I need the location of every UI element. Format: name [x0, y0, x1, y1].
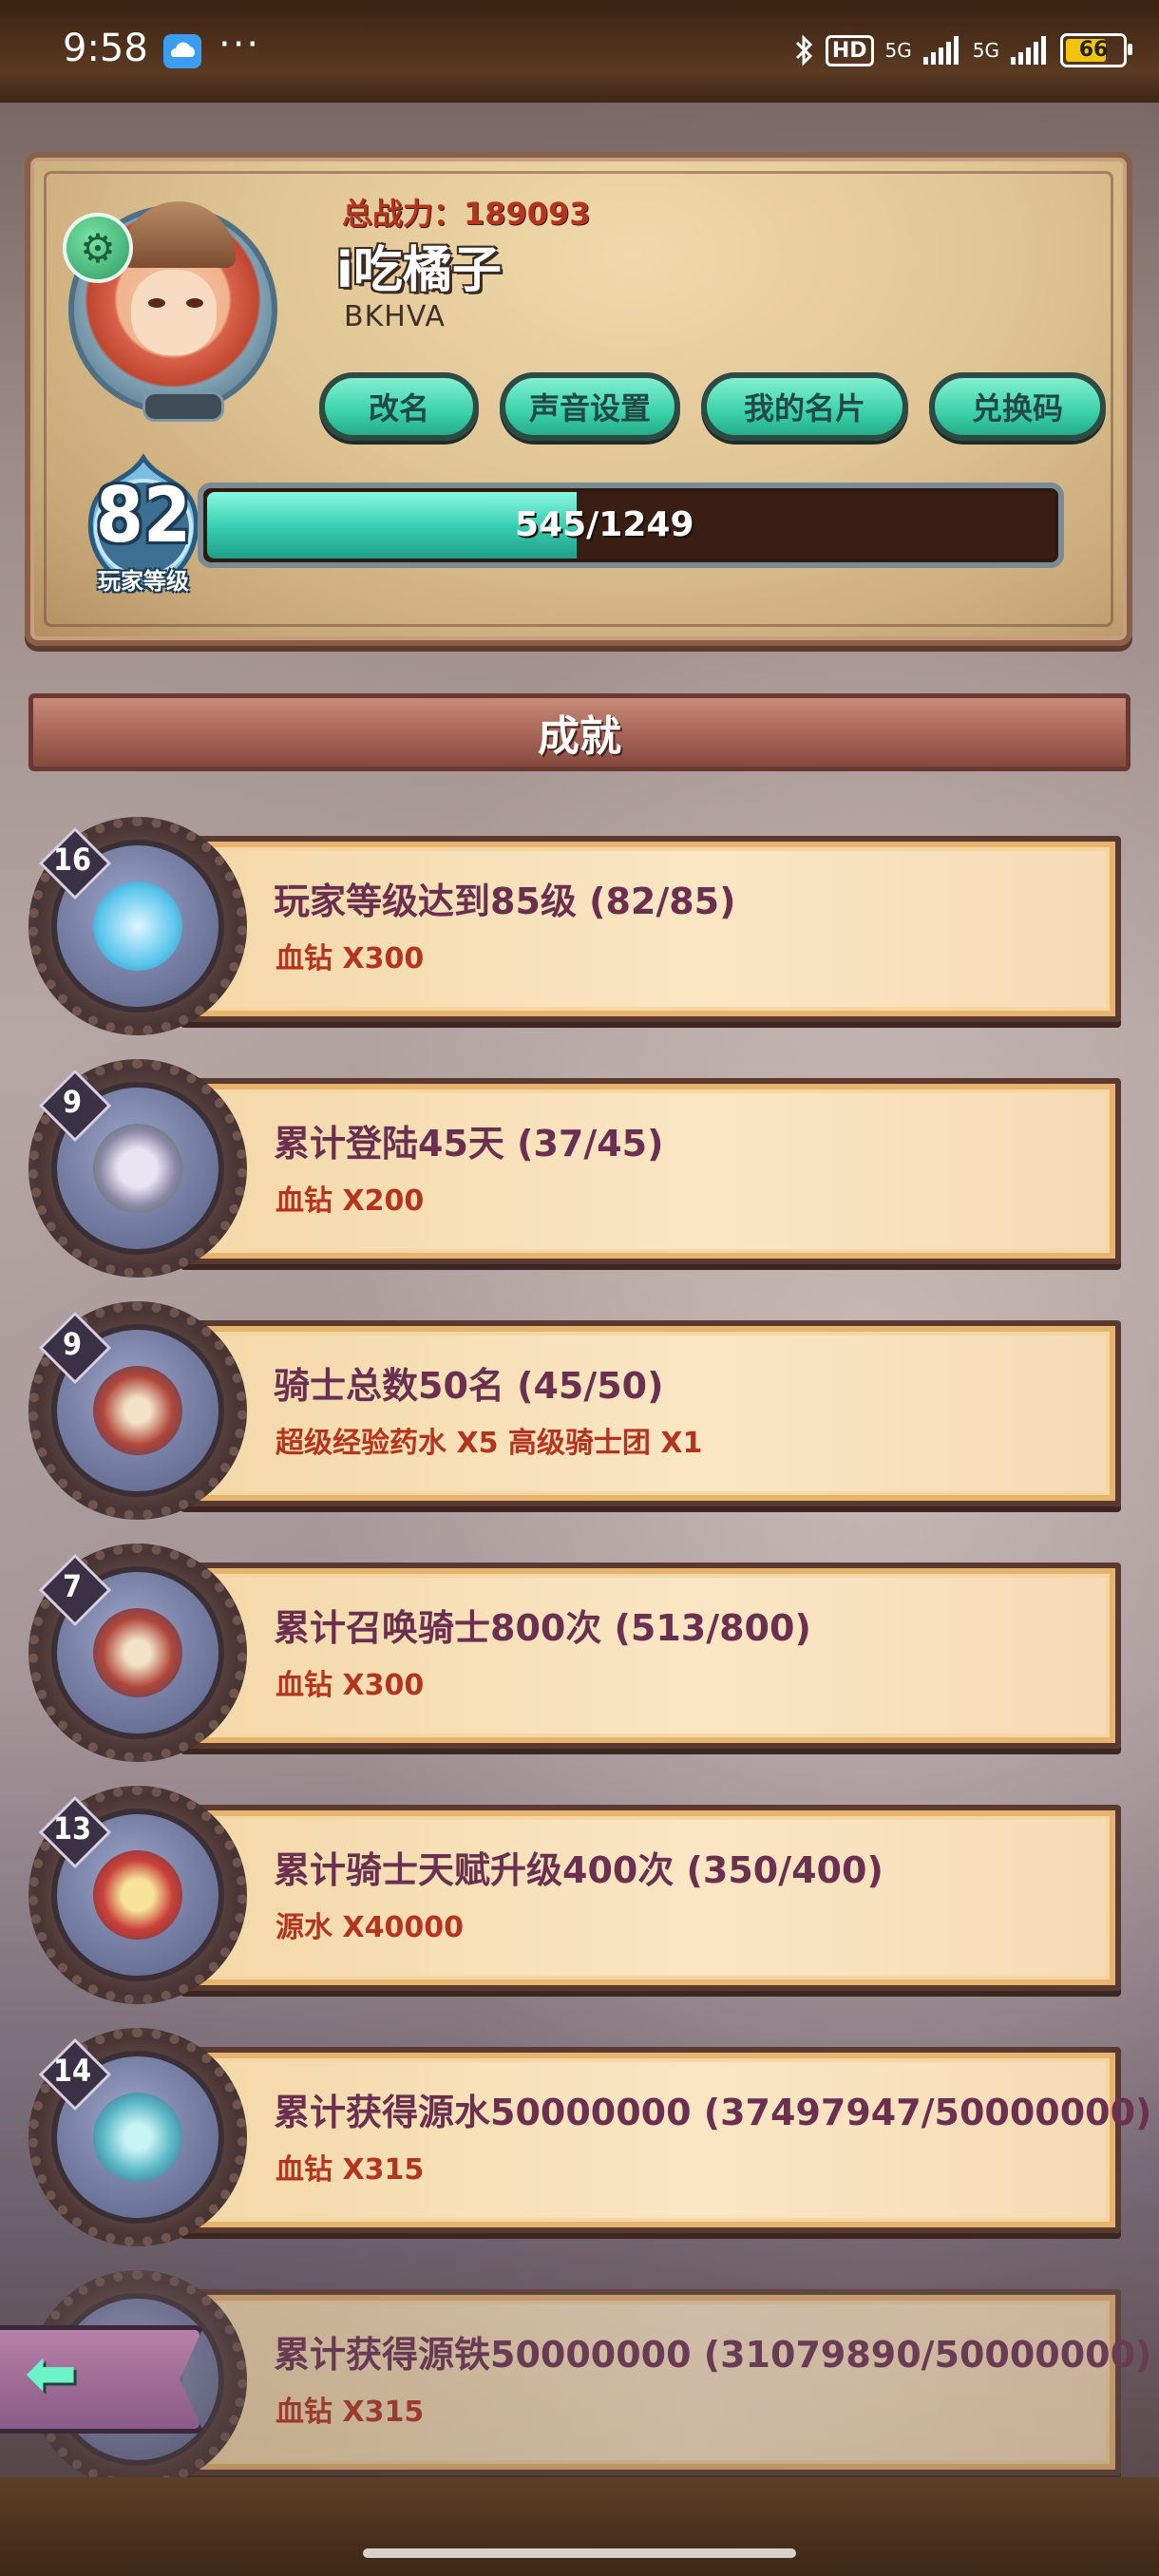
avatar-eye: [186, 298, 203, 308]
achievement-title: 骑士总数50名 (45/50): [274, 1365, 664, 1407]
experience-bar: 545/1249: [198, 483, 1064, 568]
redeem-code-button[interactable]: 兑换码: [929, 372, 1106, 441]
achievement-reward: 超级经验药水 X5 高级骑士团 X1: [276, 1427, 703, 1460]
signal-icon-2: [1011, 36, 1046, 65]
achievement-title: 累计获得源水50000000 (37497947/50000000): [274, 2092, 1152, 2133]
sound-settings-button[interactable]: 声音设置: [500, 372, 680, 441]
player-level: 82: [95, 471, 192, 559]
achievement-level: 13: [52, 1810, 92, 1847]
achievement-reward: 血钻 X315: [276, 2153, 425, 2187]
clock: 9:58: [63, 27, 148, 70]
level-badge: 82 玩家等级: [72, 452, 215, 595]
achievement-title: 玩家等级达到85级 (82/85): [274, 881, 736, 922]
battery-tip: [1128, 44, 1132, 55]
achievement-level-badge: 7: [36, 1551, 112, 1627]
achievement-card[interactable]: 13 累计骑士天赋升级400次 (350/400) 源水 X40000: [28, 1786, 1127, 2004]
achievement-title: 累计获得源铁50000000 (31079890/50000000): [274, 2334, 1152, 2376]
achievement-level-badge: 14: [36, 2036, 112, 2112]
rename-button[interactable]: 改名: [319, 372, 479, 441]
achievement-level: 7: [62, 1568, 83, 1604]
avatar-face: [131, 270, 217, 355]
back-arrow-icon: ⬅: [25, 2337, 78, 2410]
achievement-card[interactable]: 16 玩家等级达到85级 (82/85) 血钻 X300: [28, 817, 1127, 1035]
achievement-reward: 源水 X40000: [276, 1911, 464, 1944]
achievement-level: 14: [52, 2053, 92, 2089]
achievement-level-badge: 9: [36, 1067, 112, 1143]
home-indicator[interactable]: [363, 2548, 796, 2558]
achievement-card[interactable]: 7 累计召唤骑士800次 (513/800) 血钻 X300: [28, 1544, 1127, 1762]
profile-panel: ⚙ 82 玩家等级 总战力：189093 i吃橘子 BKHVA 改名 声音设置 …: [25, 152, 1132, 646]
settings-gear-icon[interactable]: ⚙: [63, 213, 133, 283]
status-icons: HD 5G 5G 66: [793, 27, 1132, 74]
achievement-reward: 血钻 X300: [276, 1669, 425, 1702]
achievement-reward: 血钻 X300: [276, 942, 425, 975]
achievements-header: 成就: [28, 693, 1130, 771]
network-label-2: 5G: [972, 39, 999, 62]
achievement-plate: [180, 1563, 1121, 1749]
achievement-reward: 血钻 X200: [276, 1184, 425, 1218]
bottom-bar: [0, 2477, 1159, 2576]
player-level-caption: 玩家等级: [98, 568, 189, 595]
achievement-level-badge: 9: [36, 1309, 112, 1385]
more-icon: ···: [218, 23, 261, 66]
achievement-card[interactable]: 9 骑士总数50名 (45/50) 超级经验药水 X5 高级骑士团 X1: [28, 1301, 1127, 1520]
avatar-eye: [148, 298, 165, 308]
battery-icon: 66: [1060, 33, 1132, 67]
achievement-title: 累计登陆45天 (37/45): [274, 1123, 664, 1165]
achievement-level-badge: 13: [36, 1793, 112, 1869]
back-button[interactable]: ⬅: [0, 2316, 238, 2434]
achievement-level-badge: 16: [36, 824, 112, 900]
achievement-plate: [180, 1320, 1121, 1506]
achievement-level: 9: [62, 1084, 83, 1120]
achievement-level: 9: [62, 1326, 83, 1362]
achievement-level: 16: [52, 842, 92, 878]
achievement-card[interactable]: 14 累计获得源水50000000 (37497947/50000000) 血钻…: [28, 2028, 1151, 2246]
player-id: BKHVA: [344, 300, 446, 333]
player-name: i吃橘子: [336, 242, 502, 299]
experience-text: 545/1249: [515, 505, 694, 544]
achievement-plate: [180, 836, 1121, 1022]
bluetooth-icon: [795, 34, 812, 66]
achievement-plate: [180, 2289, 1121, 2475]
status-bar: 9:58 ··· HD 5G 5G 66: [0, 0, 1159, 103]
signal-icon: [922, 36, 959, 65]
achievement-plate: [180, 1805, 1121, 1991]
achievement-plate: [180, 2047, 1121, 2233]
achievement-plate: [180, 1078, 1121, 1264]
cloud-icon: [163, 34, 201, 68]
network-label-1: 5G: [884, 39, 912, 62]
hd-badge: HD: [825, 34, 874, 66]
total-power: 总战力：189093: [342, 196, 591, 232]
achievement-card[interactable]: 9 累计登陆45天 (37/45) 血钻 X200: [28, 1059, 1127, 1278]
achievement-reward: 血钻 X315: [276, 2396, 425, 2429]
achievement-title: 累计召唤骑士800次 (513/800): [274, 1607, 811, 1649]
battery-level: 66: [1078, 38, 1109, 62]
avatar-nameplate: [142, 391, 224, 422]
my-card-button[interactable]: 我的名片: [701, 372, 908, 441]
achievement-title: 累计骑士天赋升级400次 (350/400): [274, 1849, 884, 1891]
